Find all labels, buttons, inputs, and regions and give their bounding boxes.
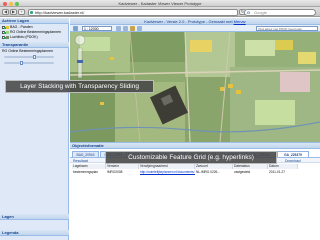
layers-panel-header[interactable]: Lagen — [0, 214, 69, 220]
grid-cell-hyperlink[interactable]: http://ruimtelijkeplannen.nl/documents/.… — [139, 170, 195, 175]
add-bookmark-button[interactable]: + — [18, 9, 25, 15]
address-bar[interactable]: http://kadviewer.kadaster.nl/ — [28, 8, 238, 16]
layer-label: Luchtfoto (PDOK) — [10, 35, 38, 39]
layer-checkbox[interactable] — [2, 25, 5, 29]
legend-panel-header[interactable]: Legenda — [0, 230, 69, 236]
layer-row[interactable]: Luchtfoto (PDOK) — [2, 35, 38, 40]
app-title-bar: Kadviewer - Versie 2.0 - Prototype - Gem… — [70, 18, 320, 25]
layer-label: BAG - Panden — [10, 25, 33, 29]
search-placeholder: Google — [254, 9, 267, 15]
grid-cell: vastgesteld — [234, 170, 251, 174]
grid-cell: 2011-01-27 — [269, 170, 286, 174]
layers-sidebar: Actieve Lagen BAG - Panden RO Online Bes… — [0, 18, 69, 240]
zoom-in-icon[interactable] — [116, 26, 121, 31]
app-title-link[interactable]: Menav — [234, 19, 246, 24]
app-window: Kadviewer - Kadaster Viewer Viewer Proto… — [0, 0, 320, 240]
transparency-header[interactable]: Transparantie — [0, 42, 69, 48]
transparency-label: RO Online Bestemmingsplannen — [2, 49, 53, 53]
transparency-slider[interactable] — [4, 55, 54, 59]
grid-cell: bestemmingsplan — [73, 170, 98, 174]
grid-column-header[interactable]: Zwsoort — [195, 164, 233, 169]
zoom-out-icon[interactable] — [123, 26, 128, 31]
info-tool-icon[interactable] — [130, 26, 135, 31]
minimize-window-icon[interactable] — [9, 1, 13, 6]
grid-column-header[interactable]: Datestatus — [233, 164, 268, 169]
layer-stacking-callout: Layer Stacking with Transparency Sliding — [5, 80, 154, 93]
layer-swatch — [6, 30, 9, 34]
grid-column-header[interactable]: Versienr — [106, 164, 139, 169]
layer-checkbox[interactable] — [2, 30, 5, 34]
window-title: Kadviewer - Kadaster Viewer Viewer Proto… — [118, 1, 202, 6]
map-toolbar: 1 : 12000 Vind adres met PDOK GeoCoder — [70, 25, 320, 32]
layer-checkbox[interactable] — [2, 35, 5, 39]
layer-swatch — [6, 35, 9, 39]
grid-cell: IMRO2008 — [107, 170, 123, 174]
slider-thumb[interactable] — [20, 61, 23, 65]
transparency-slider[interactable] — [4, 61, 54, 65]
pan-tool-icon[interactable] — [73, 26, 78, 31]
app-title: Kadviewer - Versie 2.0 - Prototype - Gem… — [144, 19, 234, 24]
grid-column-header[interactable]: Datum — [268, 164, 298, 169]
browser-toolbar: ◀ ▶ + http://kadviewer.kadaster.nl/ ↻ G … — [0, 7, 320, 17]
site-favicon-icon — [30, 10, 33, 14]
feature-grid-title: Objectinformatie — [70, 143, 320, 149]
search-field[interactable]: G Google — [244, 8, 316, 16]
feature-grid-callout: Customizable Feature Grid (e.g. hyperlin… — [105, 151, 277, 164]
back-button[interactable]: ◀ — [2, 9, 9, 15]
google-search-icon: G — [247, 9, 251, 15]
layer-swatch — [6, 25, 9, 29]
slider-thumb[interactable] — [32, 55, 36, 59]
address-bar-url: http://kadviewer.kadaster.nl/ — [35, 9, 85, 15]
measure-tool-icon[interactable] — [137, 26, 142, 31]
layer-label: RO Online Bestemmingsplannen — [10, 30, 61, 34]
grid-column-header[interactable]: Lagelaam — [72, 164, 106, 169]
grid-cell: NL.IMRO.0226... — [196, 170, 220, 174]
geocoder-input[interactable]: Vind adres met PDOK GeoCoder — [256, 26, 318, 31]
zoom-window-icon[interactable] — [15, 1, 19, 6]
grid-column-header[interactable]: Verwijzingnaarbest — [139, 164, 195, 169]
forward-button[interactable]: ▶ — [10, 9, 17, 15]
close-window-icon[interactable] — [3, 1, 7, 6]
window-titlebar: Kadviewer - Kadaster Viewer Viewer Proto… — [0, 0, 320, 7]
scale-select[interactable]: 1 : 12000 — [82, 26, 112, 31]
active-layers-header[interactable]: Actieve Lagen — [0, 18, 69, 24]
